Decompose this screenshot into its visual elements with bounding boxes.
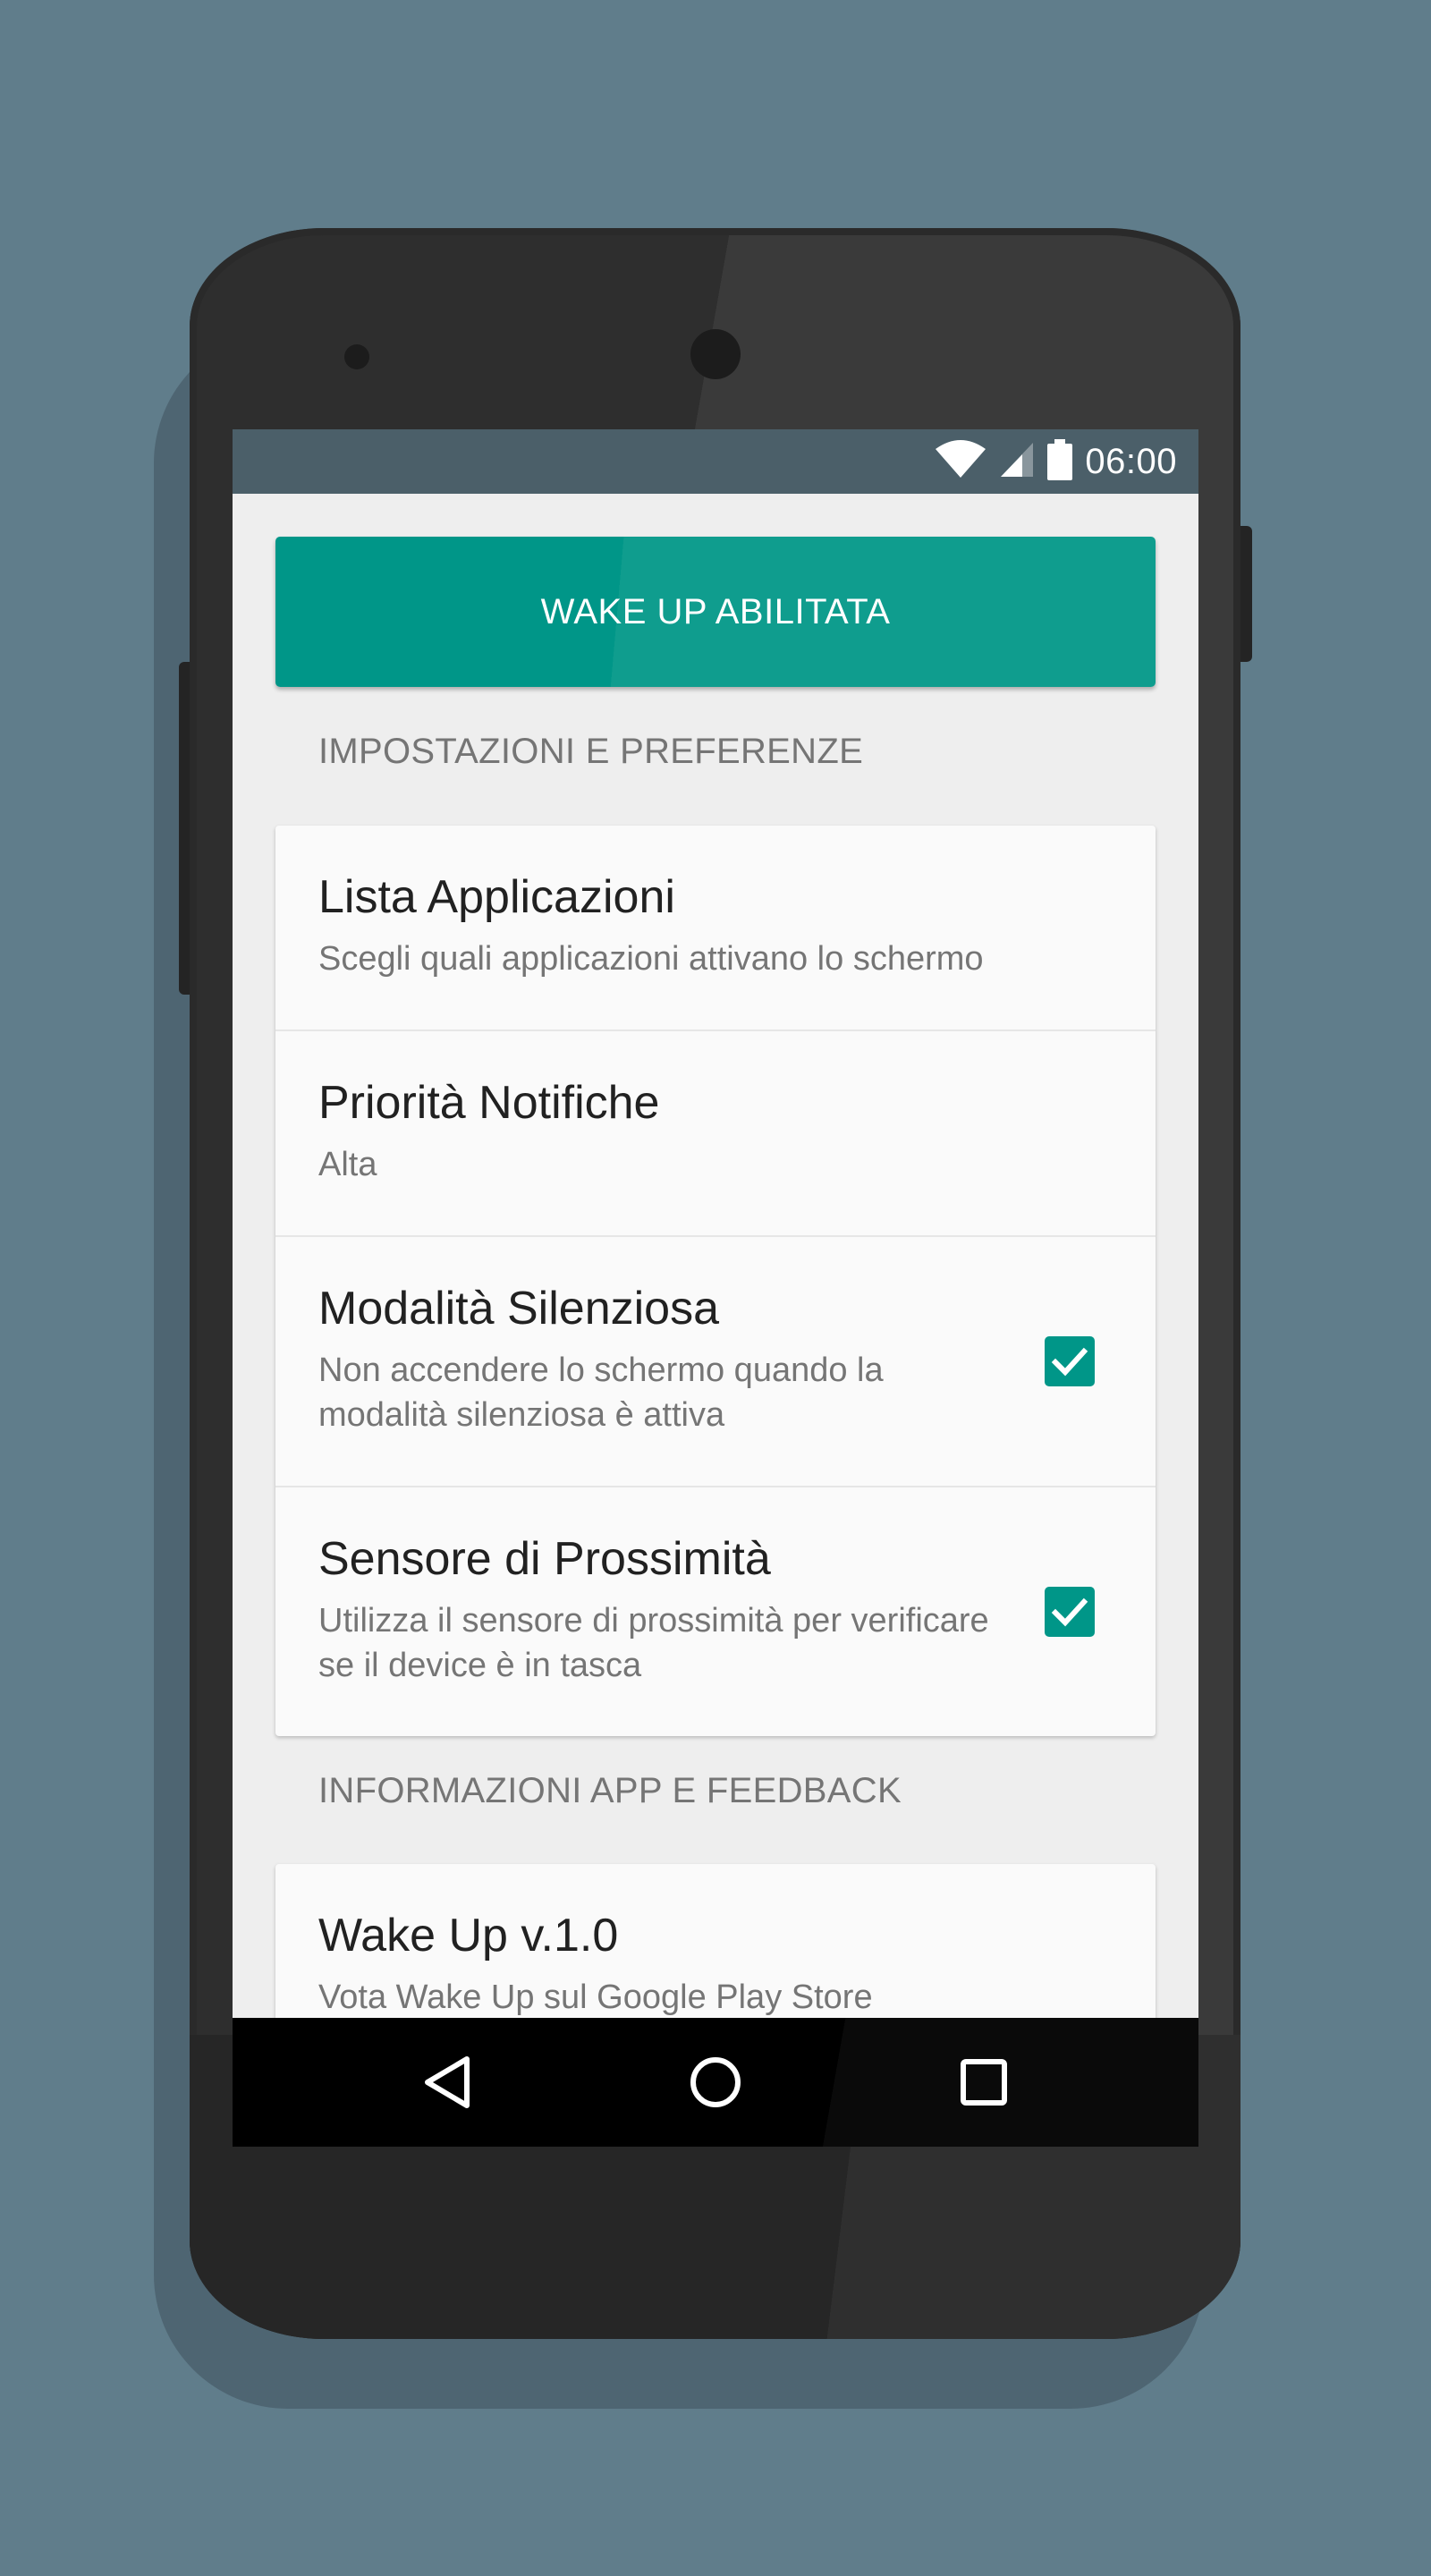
section-header-settings: IMPOSTAZIONI E PREFERENZE (318, 732, 864, 771)
earpiece-sensor (344, 344, 369, 369)
pref-title: Wake Up v.1.0 (318, 1910, 619, 1962)
recents-icon[interactable] (952, 2050, 1016, 2114)
pref-summary: Scegli quali applicazioni attivano lo sc… (318, 940, 984, 978)
pref-summary: Utilizza il sensore di prossimità per ve… (318, 1602, 989, 1684)
check-icon (1051, 1597, 1088, 1627)
pref-silent-mode[interactable]: Modalità Silenziosa Non accendere lo sch… (275, 1237, 1156, 1487)
status-icons: 06:00 (935, 429, 1177, 494)
pref-title: Modalità Silenziosa (318, 1283, 720, 1335)
silent-mode-checkbox[interactable] (1045, 1336, 1095, 1386)
pref-summary: Non accendere lo schermo quando la modal… (318, 1352, 884, 1434)
pref-app-version[interactable]: Wake Up v.1.0 Vota Wake Up sul Google Pl… (275, 1864, 1156, 2018)
home-icon[interactable] (683, 2050, 748, 2114)
pref-title: Priorità Notifiche (318, 1077, 660, 1129)
front-camera (690, 329, 741, 379)
info-card: Wake Up v.1.0 Vota Wake Up sul Google Pl… (275, 1864, 1156, 2018)
pref-summary: Vota Wake Up sul Google Play Store (318, 1979, 873, 2016)
wake-up-enable-button[interactable]: WAKE UP ABILITATA (275, 537, 1156, 687)
settings-card: Lista Applicazioni Scegli quali applicaz… (275, 826, 1156, 1736)
pref-title: Lista Applicazioni (318, 871, 675, 923)
status-time: 06:00 (1085, 441, 1177, 481)
phone-screen: 06:00 WAKE UP ABILITATA IMPOSTAZIONI E P… (233, 429, 1198, 2147)
cell-signal-icon (999, 441, 1035, 483)
pref-notification-priority[interactable]: Priorità Notifiche Alta (275, 1031, 1156, 1237)
status-bar: 06:00 (233, 429, 1198, 494)
check-icon (1051, 1347, 1088, 1377)
pref-app-list[interactable]: Lista Applicazioni Scegli quali applicaz… (275, 826, 1156, 1031)
proximity-sensor-checkbox[interactable] (1045, 1587, 1095, 1637)
pref-proximity-sensor[interactable]: Sensore di Prossimità Utilizza il sensor… (275, 1487, 1156, 1736)
preferences-content[interactable]: WAKE UP ABILITATA IMPOSTAZIONI E PREFERE… (233, 494, 1198, 2018)
navigation-bar (233, 2018, 1198, 2147)
battery-icon (1047, 438, 1073, 485)
wifi-icon (935, 439, 986, 484)
pref-summary: Alta (318, 1146, 377, 1183)
pref-title: Sensore di Prossimità (318, 1533, 771, 1585)
section-header-info: INFORMAZIONI APP E FEEDBACK (318, 1771, 902, 1810)
back-icon[interactable] (415, 2050, 479, 2114)
